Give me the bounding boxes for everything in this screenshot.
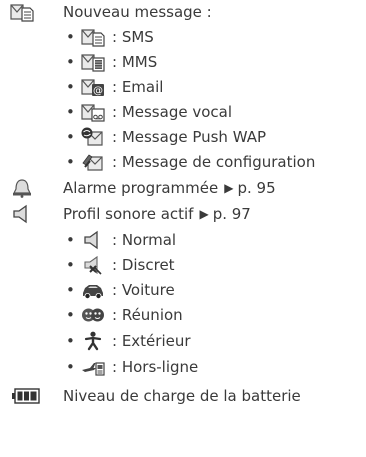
new-message-icon bbox=[10, 1, 34, 23]
item-label: : Message Push WAP bbox=[112, 128, 267, 146]
item-label: : MMS bbox=[112, 53, 158, 71]
sms-icon bbox=[81, 26, 105, 48]
bullet: • bbox=[66, 103, 75, 121]
item-label: : Réunion bbox=[112, 306, 183, 324]
speaker-icon bbox=[10, 203, 34, 225]
voicemail-icon bbox=[81, 101, 105, 123]
bullet: • bbox=[66, 256, 75, 274]
item-label: Alarme programmée ▶ p. 95 bbox=[63, 179, 276, 197]
bullet: • bbox=[66, 281, 75, 299]
item-label: Niveau de charge de la batterie bbox=[63, 387, 301, 405]
item-label-text: Alarme programmée bbox=[63, 179, 219, 197]
item-label: Profil sonore actif ▶ p. 97 bbox=[63, 205, 251, 223]
item-label: : SMS bbox=[112, 28, 154, 46]
item-label: Nouveau message : bbox=[63, 3, 212, 21]
item-label: : Hors-ligne bbox=[112, 358, 199, 376]
item-label: : Extérieur bbox=[112, 332, 191, 350]
alarm-bell-icon bbox=[10, 177, 34, 199]
offline-airplane-icon bbox=[81, 356, 105, 378]
bullet: • bbox=[66, 332, 75, 350]
meeting-faces-icon bbox=[81, 304, 105, 326]
speaker-muted-icon bbox=[81, 254, 105, 276]
page-ref: p. 95 bbox=[237, 179, 276, 197]
item-label: : Voiture bbox=[112, 281, 175, 299]
outdoor-person-icon bbox=[81, 330, 105, 352]
item-label: : Email bbox=[112, 78, 164, 96]
bullet: • bbox=[66, 28, 75, 46]
speaker-normal-icon bbox=[81, 229, 105, 251]
configuration-message-icon bbox=[81, 151, 105, 173]
bullet: • bbox=[66, 53, 75, 71]
bullet: • bbox=[66, 358, 75, 376]
mms-icon bbox=[81, 51, 105, 73]
bullet: • bbox=[66, 128, 75, 146]
page-ref: p. 97 bbox=[212, 205, 251, 223]
page-ref-arrow: ▶ bbox=[199, 207, 209, 221]
bullet: • bbox=[66, 78, 75, 96]
page-ref-arrow: ▶ bbox=[224, 181, 234, 195]
svg-text:@: @ bbox=[93, 86, 103, 97]
bullet: • bbox=[66, 306, 75, 324]
car-icon bbox=[81, 279, 105, 301]
battery-icon bbox=[12, 385, 40, 407]
item-label-text: Profil sonore actif bbox=[63, 205, 194, 223]
item-label: : Normal bbox=[112, 231, 177, 249]
item-label: : Message de configuration bbox=[112, 153, 316, 171]
item-label: : Discret bbox=[112, 256, 175, 274]
wap-push-icon bbox=[81, 126, 105, 148]
email-icon: @ bbox=[81, 76, 105, 98]
item-label: : Message vocal bbox=[112, 103, 232, 121]
bullet: • bbox=[66, 153, 75, 171]
bullet: • bbox=[66, 231, 75, 249]
